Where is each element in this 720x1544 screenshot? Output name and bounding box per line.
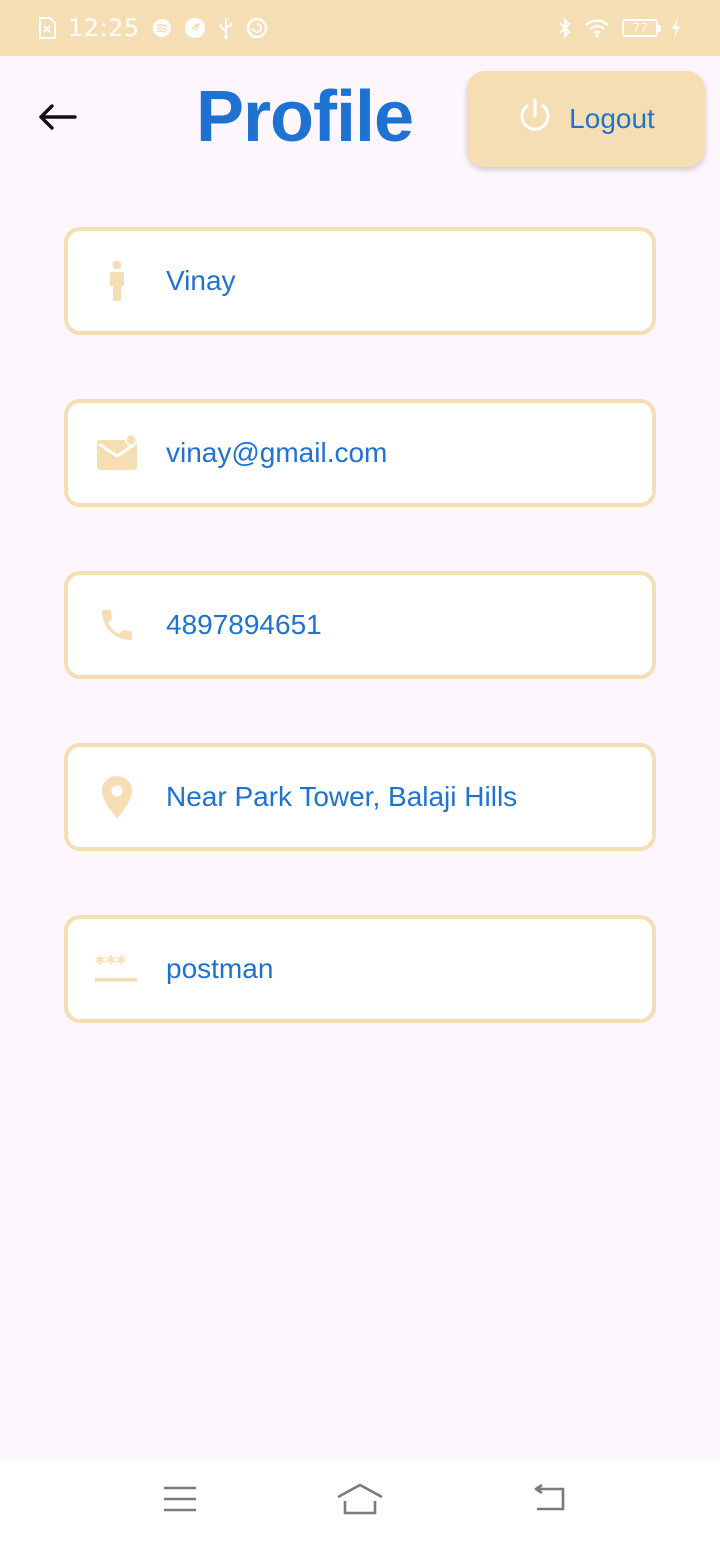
battery-icon: 77 (622, 19, 661, 37)
name-value: Vinay (166, 265, 236, 296)
email-value: vinay@gmail.com (166, 437, 388, 468)
name-field[interactable]: Vinay (64, 227, 656, 335)
status-bar: 12:25 77 (0, 0, 720, 56)
nav-back-button[interactable] (518, 1476, 578, 1526)
system-nav-bar (0, 1460, 720, 1544)
leaf-icon (184, 17, 206, 39)
password-value: postman (166, 953, 274, 984)
address-field[interactable]: Near Park Tower, Balaji Hills (64, 743, 656, 851)
logout-label: Logout (569, 103, 655, 134)
password-icon: *** (68, 954, 166, 984)
spotify-icon (152, 18, 172, 38)
password-field[interactable]: *** postman (64, 915, 656, 1023)
phone-icon (68, 605, 166, 645)
back-button[interactable] (30, 92, 84, 146)
wifi-icon (584, 18, 610, 38)
home-icon (335, 1482, 385, 1521)
usb-icon (218, 17, 234, 39)
location-pin-icon (68, 775, 166, 819)
nav-menu-button[interactable] (150, 1476, 210, 1526)
sim-blocked-icon (38, 17, 56, 39)
header: Profile Logout (0, 56, 720, 186)
status-time: 12:25 (68, 14, 140, 42)
status-bar-left: 12:25 (38, 14, 268, 42)
sync-icon (246, 17, 268, 39)
arrow-left-icon (37, 103, 77, 136)
person-icon (68, 260, 166, 302)
back-icon (529, 1483, 567, 1519)
address-value: Near Park Tower, Balaji Hills (166, 781, 518, 812)
logout-button[interactable]: Logout (467, 71, 705, 167)
email-field[interactable]: vinay@gmail.com (64, 399, 656, 507)
phone-field[interactable]: 4897894651 (64, 571, 656, 679)
status-bar-right: 77 (558, 17, 682, 39)
battery-level: 77 (632, 21, 648, 35)
power-icon (517, 97, 553, 142)
svg-text:***: *** (95, 954, 127, 975)
mail-icon (68, 434, 166, 472)
menu-icon (162, 1485, 198, 1518)
bluetooth-icon (558, 17, 572, 39)
nav-home-button[interactable] (330, 1476, 390, 1526)
phone-value: 4897894651 (166, 609, 322, 640)
charging-icon (670, 17, 682, 39)
page-title: Profile (196, 77, 414, 157)
